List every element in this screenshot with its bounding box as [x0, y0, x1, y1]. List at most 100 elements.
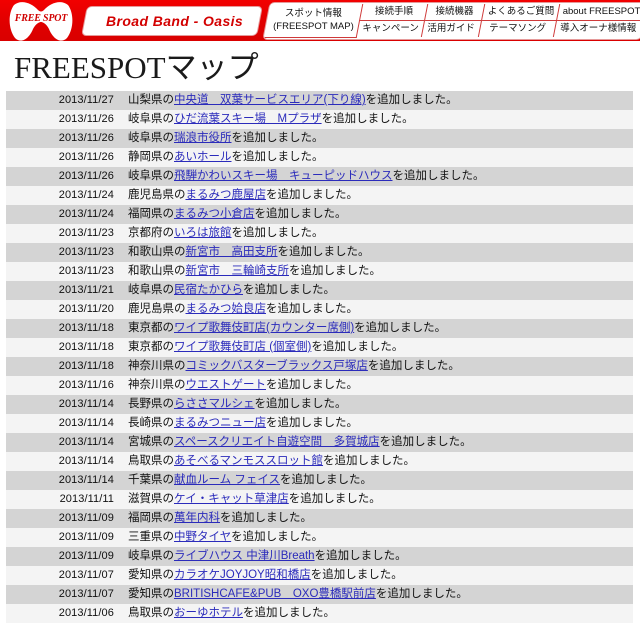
list-row-date: 2013/11/18: [58, 360, 114, 372]
list-row-date: 2013/11/07: [58, 569, 114, 581]
nav-owner-info-label: 導入オーナ様情報: [560, 23, 637, 35]
list-row-spot-link[interactable]: まるみつニュー店: [174, 417, 266, 429]
list-row-date: 2013/11/23: [58, 265, 114, 277]
list-row-spot-link[interactable]: ワイプ歌舞伎町店(カウンター席側): [174, 322, 354, 334]
freespot-logo[interactable]: FREE SPOT: [2, 0, 80, 42]
list-row-prefecture: 長崎県の: [128, 417, 174, 429]
list-row-spot-link[interactable]: コミックバスターブラックス戸塚店: [186, 360, 368, 372]
nav-item-guide[interactable]: 活用ガイド: [421, 20, 482, 38]
list-row-suffix: を追加しました。: [266, 303, 358, 315]
list-row-date: 2013/11/09: [58, 550, 114, 562]
list-row-spot-link[interactable]: ケイ・キャット草津店: [174, 493, 289, 505]
list-row-spot-link[interactable]: あそべるマンモススロット館: [174, 455, 323, 467]
list-row-spot-link[interactable]: 新宮市 三輪崎支所: [186, 265, 290, 277]
list-row-date: 2013/11/18: [58, 322, 114, 334]
list-row-spot-link[interactable]: 萬年内科: [174, 512, 220, 524]
list-row: 2013/11/27 山梨県の中央道 双葉サービスエリア(下り線)を追加しました。: [6, 91, 633, 110]
list-row: 2013/11/14 宮城県のスペースクリエイト自遊空間 多賀城店を追加しました。: [6, 433, 633, 452]
list-row-spot-link[interactable]: おーゆホテル: [174, 607, 243, 619]
list-row-suffix: を追加しました。: [310, 569, 403, 581]
nav-item-theme-song[interactable]: テーマソング: [477, 20, 557, 38]
list-row-spot-link[interactable]: 献血ルーム フェイス: [174, 474, 280, 486]
list-row-spot-link[interactable]: まるみつ小倉店: [174, 208, 255, 220]
list-row-spot-link[interactable]: 瑞浪市役所: [174, 132, 232, 144]
list-row-spot-link[interactable]: スペースクリエイト自遊空間 多賀城店: [174, 436, 380, 448]
list-row-spot-link[interactable]: 飛騨かわいスキー場 キューピッドハウス: [174, 170, 393, 182]
nav-item-spot-info[interactable]: スポット情報 (FREESPOT MAP): [264, 4, 363, 38]
list-row-spot-link[interactable]: カラオケJOYJOY昭和橋店: [174, 569, 311, 581]
list-row-prefecture: 滋賀県の: [128, 493, 174, 505]
list-row-spot-link[interactable]: 新宮市 高田支所: [186, 246, 278, 258]
nav-item-campaign[interactable]: キャンペーン: [355, 20, 425, 38]
nav-item-faq[interactable]: よくあるご質問: [481, 4, 560, 21]
list-row-prefecture: 福岡県の: [128, 208, 174, 220]
list-row-date: 2013/11/16: [58, 379, 114, 391]
list-row-spot-link[interactable]: 民宿たかひら: [174, 284, 243, 296]
list-row-description: 京都府のいろは旅館を追加しました。: [126, 224, 633, 243]
list-row-spot-link[interactable]: ウエストゲート: [186, 379, 267, 391]
nav-theme-song-label: テーマソング: [488, 23, 546, 35]
list-row-description: 福岡県のまるみつ小倉店を追加しました。: [126, 205, 633, 224]
list-row-prefecture: 岐阜県の: [128, 113, 174, 125]
list-row-suffix: を追加しました。: [280, 474, 373, 486]
nav-item-connect-devices[interactable]: 接続機器: [424, 4, 485, 21]
list-row-spot-link[interactable]: ひだ流葉スキー場 Mプラザ: [174, 113, 322, 125]
list-row-suffix: を追加しました。: [243, 607, 335, 619]
list-row-suffix: を追加しました。: [231, 531, 324, 543]
list-row-spot-link[interactable]: 中野タイヤ: [174, 531, 231, 543]
list-row-suffix: を追加しました。: [277, 246, 370, 258]
nav-campaign-label: キャンペーン: [361, 23, 419, 35]
list-row-suffix: を追加しました。: [243, 284, 335, 296]
list-row: 2013/11/18 東京都のワイプ歌舞伎町店(カウンター席側)を追加しました。: [6, 319, 633, 338]
list-row-suffix: を追加しました。: [321, 113, 414, 125]
list-row-prefecture: 三重県の: [128, 531, 174, 543]
list-row-date: 2013/11/14: [58, 417, 114, 429]
list-row: 2013/11/16 神奈川県のウエストゲートを追加しました。: [6, 376, 633, 395]
nav-item-about[interactable]: about FREESPOT: [556, 4, 640, 21]
list-row-spot-link[interactable]: ワイプ歌舞伎町店 (個室側): [174, 341, 311, 353]
list-row-prefecture: 神奈川県の: [128, 360, 186, 372]
list-row: 2013/11/09 三重県の中野タイヤを追加しました。: [6, 528, 633, 547]
list-row-date: 2013/11/26: [58, 151, 114, 163]
nav-item-owner-info[interactable]: 導入オーナ様情報: [553, 20, 640, 38]
list-row-prefecture: 東京都の: [128, 322, 174, 334]
list-row-date: 2013/11/24: [58, 208, 114, 220]
list-row-description: 鳥取県のおーゆホテルを追加しました。: [126, 604, 633, 623]
list-row-suffix: を追加しました。: [231, 132, 324, 144]
nav-item-connect-steps[interactable]: 接続手順: [359, 4, 428, 21]
list-row-spot-link[interactable]: あいホール: [174, 151, 232, 163]
list-row-prefecture: 長野県の: [128, 398, 174, 410]
list-row-suffix: を追加しました。: [323, 455, 416, 467]
list-row-prefecture: 京都府の: [128, 227, 174, 239]
list-row-prefecture: 鹿児島県の: [128, 303, 186, 315]
list-row-spot-link[interactable]: 中央道 双葉サービスエリア(下り線): [174, 94, 366, 106]
list-row-description: 神奈川県のウエストゲートを追加しました。: [126, 376, 633, 395]
list-row-spot-link[interactable]: ライブハウス 中津川Breath: [174, 550, 315, 562]
update-list: 2013/11/27 山梨県の中央道 双葉サービスエリア(下り線)を追加しました。…: [6, 91, 633, 623]
list-row-date: 2013/11/23: [58, 227, 114, 239]
list-row-spot-link[interactable]: まるみつ姶良店: [186, 303, 267, 315]
list-row-description: 鳥取県のあそべるマンモススロット館を追加しました。: [126, 452, 633, 471]
list-row-prefecture: 岐阜県の: [128, 170, 174, 182]
list-row-date: 2013/11/23: [58, 246, 114, 258]
list-row-prefecture: 福岡県の: [128, 512, 174, 524]
list-row-date: 2013/11/26: [58, 170, 114, 182]
list-row: 2013/11/21 岐阜県の民宿たかひらを追加しました。: [6, 281, 633, 300]
list-row-prefecture: 岐阜県の: [128, 284, 174, 296]
list-row-description: 愛知県のカラオケJOYJOY昭和橋店を追加しました。: [126, 566, 633, 585]
list-row-prefecture: 千葉県の: [128, 474, 174, 486]
list-row-spot-link[interactable]: まるみつ鹿屋店: [186, 189, 267, 201]
nav-connect-steps-label: 接続手順: [374, 6, 413, 18]
list-row-spot-link[interactable]: らささマルシェ: [174, 398, 255, 410]
list-row: 2013/11/23 和歌山県の新宮市 三輪崎支所を追加しました。: [6, 262, 633, 281]
list-row: 2013/11/09 福岡県の萬年内科を追加しました。: [6, 509, 633, 528]
list-row: 2013/11/14 長崎県のまるみつニュー店を追加しました。: [6, 414, 633, 433]
list-row-spot-link[interactable]: いろは旅館: [174, 227, 232, 239]
list-row-suffix: を追加しました。: [231, 151, 324, 163]
list-row-description: 和歌山県の新宮市 高田支所を追加しました。: [126, 243, 633, 262]
list-row-description: 長崎県のまるみつニュー店を追加しました。: [126, 414, 633, 433]
list-row-description: 千葉県の献血ルーム フェイスを追加しました。: [126, 471, 633, 490]
list-row-suffix: を追加しました。: [266, 189, 358, 201]
list-row-description: 岐阜県の飛騨かわいスキー場 キューピッドハウスを追加しました。: [126, 167, 633, 186]
list-row-spot-link[interactable]: BRITISHCAFE&PUB OXO豊橋駅前店: [174, 588, 376, 600]
